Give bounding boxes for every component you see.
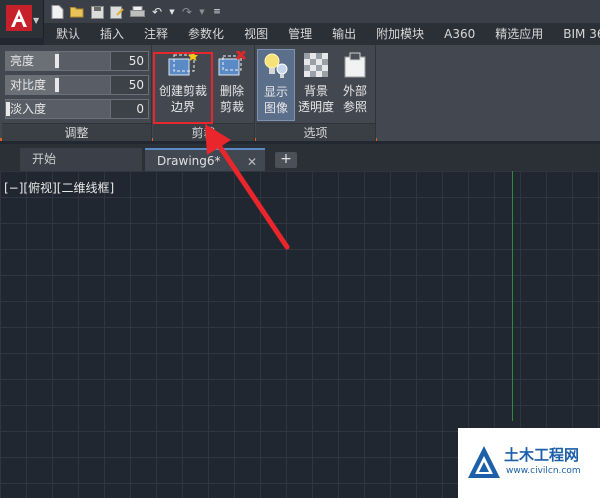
options-panel: 显示 图像 背景 透明度 外部 参照 选项	[256, 45, 376, 141]
new-file-icon[interactable]	[48, 3, 66, 21]
delete-clip-line2: 剪裁	[219, 100, 244, 114]
application-menu-button[interactable]: ▼	[0, 0, 44, 38]
lightbulb-icon	[264, 53, 288, 78]
brightness-label: 亮度	[10, 54, 35, 68]
tab-addins[interactable]: 附加模块	[364, 23, 432, 45]
fade-slider[interactable]: 淡入度 0	[5, 99, 149, 119]
delete-clip-line1: 删除	[219, 84, 244, 98]
watermark-url: www.civilcn.com	[506, 466, 581, 476]
contrast-slider[interactable]: 对比度 50	[5, 75, 149, 95]
fade-value[interactable]: 0	[111, 99, 149, 119]
delete-clip-button[interactable]: 删除 剪裁	[211, 49, 253, 121]
tab-parametric[interactable]: 参数化	[176, 23, 232, 45]
external-reference-button[interactable]: 外部 参照	[336, 49, 374, 121]
print-icon[interactable]	[128, 3, 146, 21]
tab-view[interactable]: 视图	[232, 23, 276, 45]
customize-toolbar-icon[interactable]: ≡	[208, 3, 226, 21]
close-icon[interactable]: ✕	[247, 151, 257, 173]
options-panel-title: 选项	[256, 123, 375, 141]
chevron-down-icon: ▼	[33, 16, 40, 25]
tab-bim360[interactable]: BIM 36	[551, 23, 600, 45]
save-icon[interactable]	[88, 3, 106, 21]
redo-icon[interactable]: ↷	[178, 3, 196, 21]
file-tabs-bar: 开始 Drawing6* ✕ +	[0, 144, 600, 171]
transparency-checker-icon	[304, 53, 328, 77]
bg-transparency-line2: 透明度	[297, 100, 334, 114]
file-tab-drawing-label: Drawing6*	[157, 154, 221, 168]
external-ref-line1: 外部	[342, 84, 367, 98]
contrast-value[interactable]: 50	[111, 75, 149, 95]
watermark-title: 土木工程网	[504, 446, 580, 464]
tab-insert[interactable]: 插入	[88, 23, 132, 45]
tab-output[interactable]: 输出	[320, 23, 364, 45]
viewport-controls-label[interactable]: [−][俯视][二维线框]	[4, 179, 114, 196]
tab-manage[interactable]: 管理	[276, 23, 320, 45]
adjust-panel-title: 调整	[2, 123, 151, 141]
annotation-highlight-box	[153, 52, 213, 124]
ribbon-panel: 亮度 50 对比度 50 淡入度 0 调整 创建剪裁 边界 删除 剪裁 剪裁 显…	[0, 45, 600, 141]
delete-clip-icon	[218, 51, 247, 76]
tab-annotate[interactable]: 注释	[132, 23, 176, 45]
clip-panel-title: 剪裁	[153, 123, 254, 141]
background-transparency-button[interactable]: 背景 透明度	[297, 49, 335, 121]
bg-transparency-line1: 背景	[303, 84, 328, 98]
new-tab-button[interactable]: +	[275, 152, 297, 168]
external-ref-line2: 参照	[342, 100, 367, 114]
contrast-label: 对比度	[10, 78, 47, 92]
undo-dropdown-icon[interactable]: ▼	[168, 3, 176, 21]
show-image-line2: 图像	[263, 101, 288, 115]
ribbon-empty-area	[377, 45, 600, 141]
brightness-value[interactable]: 50	[111, 51, 149, 71]
autocad-window: ▼ ↶ ▼ ↷ ▼ ≡ 默认 插入 注释 参数化 视图 管理 输出 附加模块 A…	[0, 0, 600, 498]
save-as-icon[interactable]	[108, 3, 126, 21]
civilcn-logo-icon	[468, 446, 500, 478]
fade-label: 淡入度	[10, 102, 47, 116]
tab-default[interactable]: 默认	[44, 23, 88, 45]
tab-featured-apps[interactable]: 精选应用	[483, 23, 551, 45]
brightness-slider[interactable]: 亮度 50	[5, 51, 149, 71]
brightness-slider-thumb[interactable]	[55, 54, 59, 68]
fade-slider-thumb[interactable]	[6, 102, 10, 116]
quick-access-toolbar: ↶ ▼ ↷ ▼ ≡	[48, 2, 226, 22]
file-tab-drawing[interactable]: Drawing6* ✕	[145, 148, 265, 171]
open-folder-icon[interactable]	[68, 3, 86, 21]
redo-dropdown-icon[interactable]: ▼	[198, 3, 206, 21]
show-image-button[interactable]: 显示 图像	[257, 49, 295, 121]
file-tab-start[interactable]: 开始	[20, 148, 142, 171]
clipboard-icon	[344, 52, 366, 78]
tab-a360[interactable]: A360	[432, 23, 483, 45]
ribbon-tabs: 默认 插入 注释 参数化 视图 管理 输出 附加模块 A360 精选应用 BIM…	[44, 23, 600, 45]
watermark: 土木工程网 www.civilcn.com	[458, 428, 600, 498]
autocad-logo-icon	[6, 5, 32, 31]
undo-icon[interactable]: ↶	[148, 3, 166, 21]
ucs-y-axis-line	[512, 171, 513, 421]
contrast-slider-thumb[interactable]	[55, 78, 59, 92]
adjust-panel: 亮度 50 对比度 50 淡入度 0 调整	[2, 45, 152, 141]
show-image-line1: 显示	[263, 85, 288, 99]
